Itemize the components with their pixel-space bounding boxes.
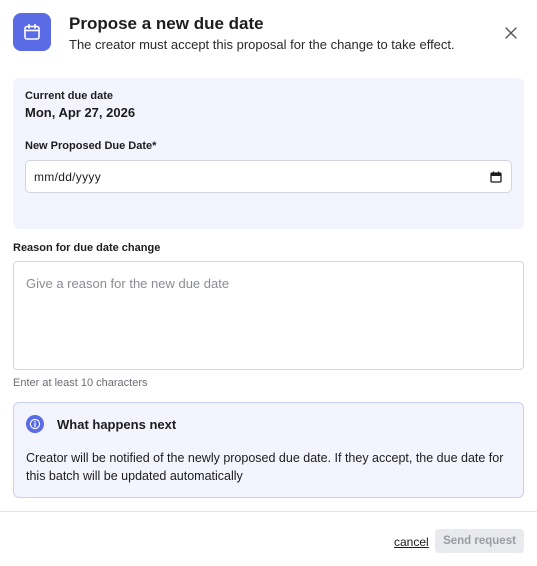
info-callout: What happens next Creator will be notifi… xyxy=(13,402,524,498)
dialog-header: Propose a new due date The creator must … xyxy=(13,13,525,65)
dialog-subtitle: The creator must accept this proposal fo… xyxy=(69,37,455,52)
info-title: What happens next xyxy=(57,417,177,432)
current-due-date-label: Current due date xyxy=(25,90,114,102)
reason-label: Reason for due date change xyxy=(13,242,161,254)
close-button[interactable] xyxy=(501,23,521,43)
reason-textarea[interactable] xyxy=(14,262,523,369)
dialog-title: Propose a new due date xyxy=(69,14,264,33)
new-due-date-value: mm/dd/yyyy xyxy=(34,170,102,184)
send-request-button[interactable]: Send request xyxy=(435,529,524,553)
calendar-icon xyxy=(13,13,51,51)
new-due-date-input[interactable]: mm/dd/yyyy xyxy=(25,160,512,193)
calendar-picker-button[interactable] xyxy=(489,170,503,184)
close-icon xyxy=(505,27,517,39)
cancel-button[interactable]: cancel xyxy=(394,535,429,549)
due-date-panel: Current due date Mon, Apr 27, 2026 New P… xyxy=(13,78,524,229)
footer-divider xyxy=(0,511,537,512)
info-icon xyxy=(26,415,44,433)
new-due-date-label: New Proposed Due Date* xyxy=(25,140,157,152)
info-text: Creator will be notified of the newly pr… xyxy=(26,451,504,483)
calendar-picker-icon xyxy=(490,171,502,183)
reason-hint: Enter at least 10 characters xyxy=(13,377,148,389)
current-due-date-value: Mon, Apr 27, 2026 xyxy=(25,105,136,120)
reason-field-wrapper xyxy=(13,261,524,370)
